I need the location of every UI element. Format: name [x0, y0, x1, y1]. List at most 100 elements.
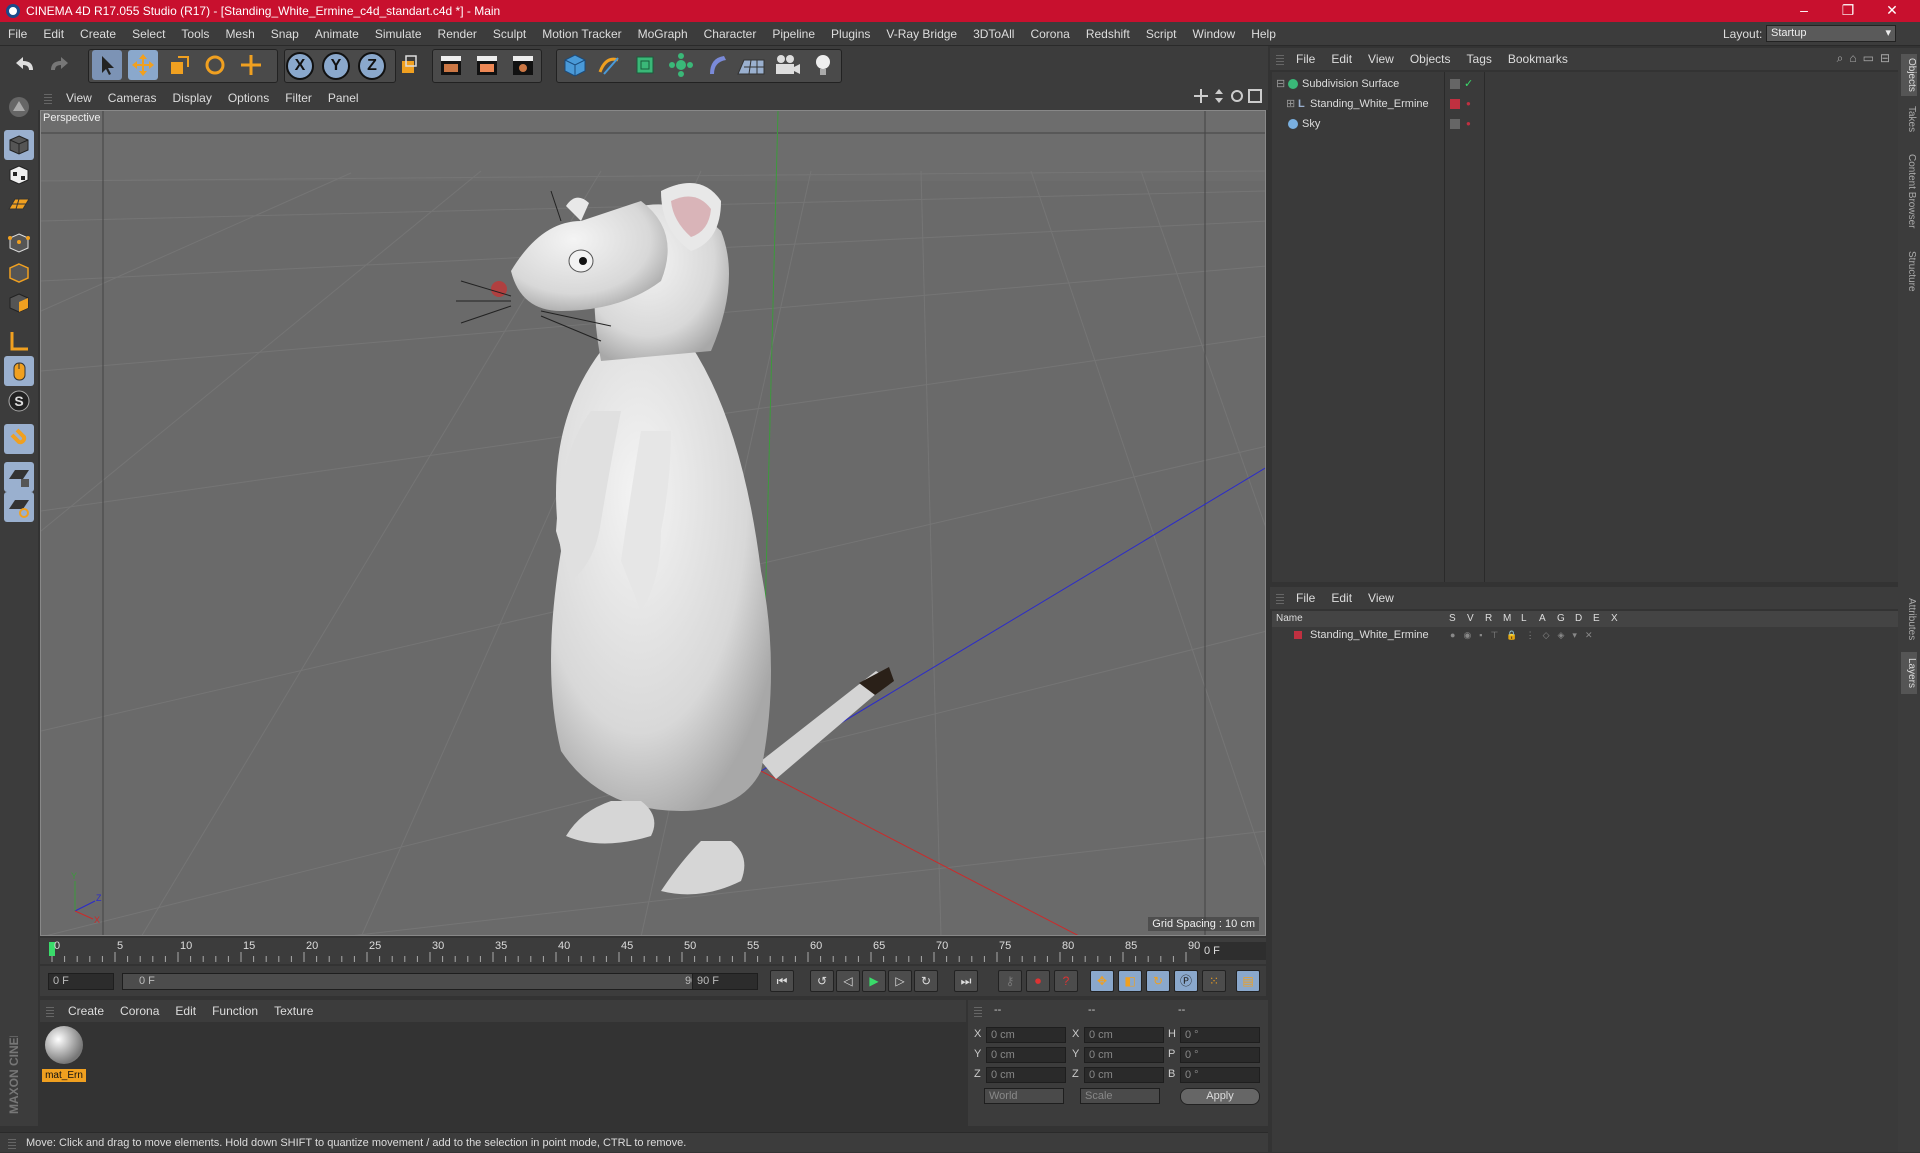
- tab-content-browser[interactable]: Content Browser: [1901, 144, 1917, 238]
- layout-select[interactable]: Startup ▾: [1766, 25, 1896, 42]
- col-r[interactable]: R: [1485, 611, 1492, 627]
- timeline-window-button[interactable]: ▤: [1236, 970, 1260, 992]
- add-spline-button[interactable]: [594, 50, 624, 80]
- home-icon[interactable]: ⌂: [1849, 51, 1856, 66]
- record-active-button[interactable]: ⏺: [1026, 970, 1050, 992]
- col-a[interactable]: A: [1539, 611, 1546, 627]
- start-frame-field[interactable]: 0 F: [48, 973, 114, 990]
- visibility-dots-icon[interactable]: ●: [1466, 114, 1471, 134]
- enable-snap-button[interactable]: [4, 424, 34, 454]
- apply-button[interactable]: Apply: [1180, 1088, 1260, 1105]
- key-rotation-button[interactable]: ↻: [1146, 970, 1170, 992]
- size-z-field[interactable]: 0 cm: [1084, 1067, 1164, 1083]
- add-deformer-button[interactable]: [702, 50, 732, 80]
- go-to-end-button[interactable]: ⏭: [954, 970, 978, 992]
- autokey-button[interactable]: ?: [1054, 970, 1078, 992]
- menu-motion-tracker[interactable]: Motion Tracker: [534, 27, 629, 41]
- add-light-button[interactable]: [808, 50, 838, 80]
- viewport-menu-cameras[interactable]: Cameras: [100, 91, 165, 105]
- menu-render[interactable]: Render: [430, 27, 485, 41]
- undo-button[interactable]: [10, 50, 40, 80]
- snap-button[interactable]: S: [4, 386, 34, 416]
- material-menu-edit[interactable]: Edit: [167, 1004, 204, 1018]
- layer-color-icon[interactable]: [1294, 631, 1302, 639]
- collapse-icon[interactable]: ⊟: [1880, 51, 1890, 66]
- visibility-dots-icon[interactable]: ●: [1466, 94, 1471, 114]
- current-frame-field[interactable]: 0 F: [1200, 942, 1266, 960]
- menu-file[interactable]: File: [0, 27, 35, 41]
- solo-dot-icon[interactable]: ●: [1450, 627, 1455, 643]
- menu-vray-bridge[interactable]: V-Ray Bridge: [878, 27, 965, 41]
- panel-grip[interactable]: [1276, 53, 1284, 65]
- transform-tool-button[interactable]: [236, 50, 266, 80]
- select-tool-button[interactable]: [92, 50, 122, 80]
- pos-y-field[interactable]: 0 cm: [986, 1047, 1066, 1063]
- axis-y-lock-button[interactable]: Y: [322, 52, 350, 80]
- planar-workplane-button[interactable]: [4, 492, 34, 522]
- menu-script[interactable]: Script: [1138, 27, 1185, 41]
- timeline-ruler[interactable]: 0 5 10 15 20 25 30 35 40 45 50 55 60 65 70 75 80 85 90: [40, 938, 1266, 964]
- render-icon[interactable]: ▪: [1479, 627, 1482, 643]
- panel-grip[interactable]: [44, 92, 52, 104]
- tab-takes[interactable]: Takes: [1901, 102, 1917, 136]
- object-row-standing-white-ermine[interactable]: ⊞ L Standing_White_Ermine ●: [1272, 94, 1898, 114]
- object-menu-objects[interactable]: Objects: [1402, 52, 1459, 66]
- object-row-subdivision-surface[interactable]: ⊟ Subdivision Surface ✓: [1272, 74, 1898, 94]
- col-g[interactable]: G: [1557, 611, 1565, 627]
- menu-window[interactable]: Window: [1185, 27, 1244, 41]
- scale-tool-button[interactable]: [164, 50, 194, 80]
- texture-mode-button[interactable]: [4, 160, 34, 190]
- animation-icon[interactable]: ⋮: [1526, 627, 1535, 643]
- deformer-icon[interactable]: ◈: [1557, 627, 1564, 643]
- pan-view-icon[interactable]: [1194, 89, 1208, 103]
- render-picture-viewer-button[interactable]: [472, 50, 502, 80]
- axis-x-lock-button[interactable]: X: [286, 52, 314, 80]
- go-to-start-button[interactable]: ⏮: [770, 970, 794, 992]
- col-d[interactable]: D: [1575, 611, 1582, 627]
- col-l[interactable]: L: [1521, 611, 1527, 627]
- next-keyframe-button[interactable]: ↻: [914, 970, 938, 992]
- viewport-menu-view[interactable]: View: [58, 91, 100, 105]
- new-window-icon[interactable]: ▭: [1863, 51, 1874, 66]
- pos-z-field[interactable]: 0 cm: [986, 1067, 1066, 1083]
- rotate-view-icon[interactable]: [1230, 89, 1244, 103]
- viewport-menu-filter[interactable]: Filter: [277, 91, 320, 105]
- model-mode-button[interactable]: [4, 130, 34, 160]
- search-icon[interactable]: ⌕: [1837, 51, 1844, 66]
- menu-select[interactable]: Select: [124, 27, 173, 41]
- tab-objects[interactable]: Objects: [1901, 54, 1917, 96]
- perspective-viewport[interactable]: Y Z X Perspective Grid Spacing : 10 cm: [40, 110, 1266, 936]
- object-row-sky[interactable]: Sky ●: [1272, 114, 1898, 134]
- lock-workplane-button[interactable]: [4, 462, 34, 492]
- tweak-mode-button[interactable]: [4, 356, 34, 386]
- lock-icon[interactable]: 🔒: [1506, 627, 1517, 643]
- render-view-button[interactable]: [436, 50, 466, 80]
- toggle-view-icon[interactable]: [1248, 89, 1262, 103]
- next-frame-button[interactable]: ▷: [888, 970, 912, 992]
- maximize-button[interactable]: ❐: [1826, 0, 1870, 22]
- layer-menu-file[interactable]: File: [1288, 591, 1323, 605]
- object-menu-file[interactable]: File: [1288, 52, 1323, 66]
- rotate-tool-button[interactable]: [200, 50, 230, 80]
- menu-plugins[interactable]: Plugins: [823, 27, 878, 41]
- menu-tools[interactable]: Tools: [173, 27, 217, 41]
- add-cube-button[interactable]: [560, 50, 590, 80]
- add-camera-button[interactable]: [772, 50, 802, 80]
- expression-icon[interactable]: ▾: [1572, 627, 1577, 643]
- layer-row-standing-white-ermine[interactable]: Standing_White_Ermine ● ◉ ▪ ⊤ 🔒 ⋮ ◇ ◈ ▾ …: [1272, 627, 1898, 643]
- material-menu-function[interactable]: Function: [204, 1004, 266, 1018]
- generator-icon[interactable]: ◇: [1543, 627, 1550, 643]
- play-button[interactable]: ▶: [862, 970, 886, 992]
- previous-frame-button[interactable]: ◁: [836, 970, 860, 992]
- add-floor-button[interactable]: [736, 50, 766, 80]
- menu-corona[interactable]: Corona: [1022, 27, 1077, 41]
- checkmark-icon[interactable]: ✓: [1464, 74, 1473, 94]
- key-scale-button[interactable]: ◧: [1118, 970, 1142, 992]
- viewport-menu-display[interactable]: Display: [164, 91, 219, 105]
- menu-sculpt[interactable]: Sculpt: [485, 27, 534, 41]
- material-menu-corona[interactable]: Corona: [112, 1004, 167, 1018]
- panel-grip[interactable]: [974, 1005, 982, 1017]
- menu-simulate[interactable]: Simulate: [367, 27, 430, 41]
- material-menu-create[interactable]: Create: [60, 1004, 112, 1018]
- material-swatch[interactable]: mat_Ern: [42, 1024, 86, 1082]
